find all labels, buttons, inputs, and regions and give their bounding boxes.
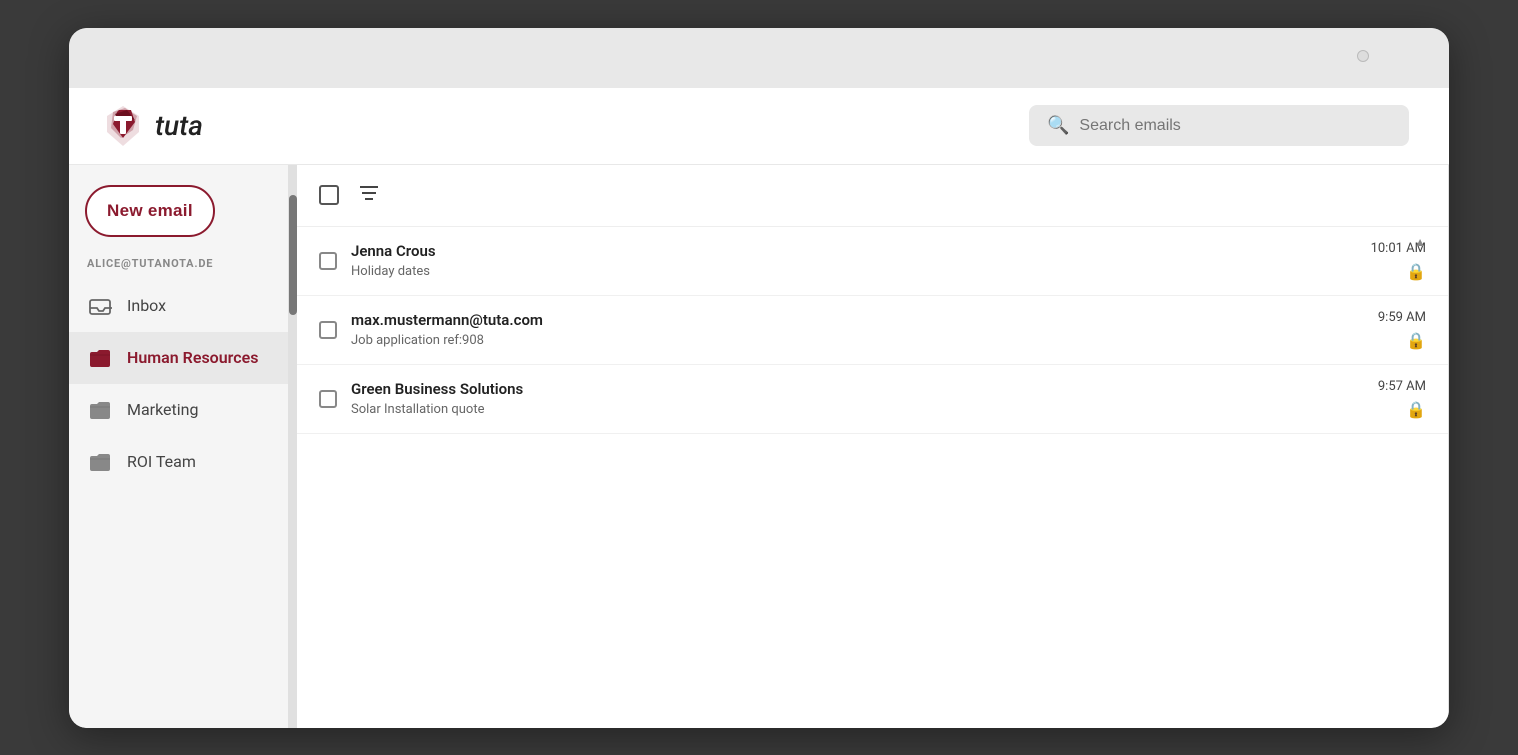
human-resources-folder-icon (87, 345, 113, 371)
filter-icon[interactable] (357, 181, 381, 210)
sidebar-scrollbar-thumb[interactable] (289, 195, 297, 315)
roi-team-folder-icon (87, 449, 113, 475)
header-bar: tuta 🔍 (69, 88, 1449, 165)
logo-text: tuta (155, 109, 203, 142)
email-time-3: 9:57 AM (1378, 379, 1426, 394)
app-container: tuta 🔍 New email ALICE@TUTANOTA.DE Inbo (69, 88, 1449, 728)
search-bar[interactable]: 🔍 (1029, 105, 1409, 146)
sidebar: New email ALICE@TUTANOTA.DE Inbox (69, 165, 289, 728)
sidebar-scrollbar-track[interactable] (289, 165, 297, 728)
email-list-container: ▲ Jenna Crous Holiday dates 10:01 AM 🔒 (297, 227, 1448, 728)
email-checkbox-3[interactable] (319, 390, 337, 408)
tuta-logo-icon (99, 102, 147, 150)
lock-icon-2: 🔒 (1406, 331, 1426, 350)
email-content-2: max.mustermann@tuta.com Job application … (351, 311, 1364, 348)
logo-area: tuta (99, 102, 203, 150)
email-meta-2: 9:59 AM 🔒 (1378, 310, 1426, 350)
select-all-checkbox[interactable] (319, 185, 339, 205)
email-subject-3: Solar Installation quote (351, 402, 1364, 417)
lock-icon-1: 🔒 (1406, 262, 1426, 281)
sidebar-item-human-resources-label: Human Resources (127, 348, 258, 367)
email-sender-1: Jenna Crous (351, 242, 1357, 260)
sidebar-item-human-resources[interactable]: Human Resources (69, 332, 288, 384)
email-row[interactable]: Jenna Crous Holiday dates 10:01 AM 🔒 (297, 227, 1448, 296)
account-label: ALICE@TUTANOTA.DE (69, 257, 288, 280)
email-row[interactable]: max.mustermann@tuta.com Job application … (297, 296, 1448, 365)
email-checkbox-1[interactable] (319, 252, 337, 270)
lock-icon-3: 🔒 (1406, 400, 1426, 419)
email-content-3: Green Business Solutions Solar Installat… (351, 380, 1364, 417)
sidebar-item-inbox[interactable]: Inbox (69, 280, 288, 332)
sidebar-item-marketing[interactable]: Marketing (69, 384, 288, 436)
email-sender-2: max.mustermann@tuta.com (351, 311, 1364, 329)
sidebar-item-roi-team-label: ROI Team (127, 452, 196, 471)
list-toolbar (297, 165, 1448, 227)
search-input[interactable] (1079, 117, 1391, 135)
new-email-button[interactable]: New email (85, 185, 215, 237)
email-subject-1: Holiday dates (351, 264, 1357, 279)
inbox-icon (87, 293, 113, 319)
camera-dot (1357, 50, 1369, 62)
email-sender-3: Green Business Solutions (351, 380, 1364, 398)
device-frame: tuta 🔍 New email ALICE@TUTANOTA.DE Inbo (69, 28, 1449, 728)
main-body: New email ALICE@TUTANOTA.DE Inbox (69, 165, 1449, 728)
marketing-folder-icon (87, 397, 113, 423)
email-meta-3: 9:57 AM 🔒 (1378, 379, 1426, 419)
search-icon: 🔍 (1047, 115, 1069, 136)
sidebar-item-roi-team[interactable]: ROI Team (69, 436, 288, 488)
email-time-2: 9:59 AM (1378, 310, 1426, 325)
email-list-panel: ▲ Jenna Crous Holiday dates 10:01 AM 🔒 (297, 165, 1449, 728)
sidebar-item-inbox-label: Inbox (127, 296, 166, 315)
sidebar-item-marketing-label: Marketing (127, 400, 198, 419)
collapse-indicator: ▲ (1414, 235, 1426, 249)
email-row[interactable]: Green Business Solutions Solar Installat… (297, 365, 1448, 434)
email-content-1: Jenna Crous Holiday dates (351, 242, 1357, 279)
email-subject-2: Job application ref:908 (351, 333, 1364, 348)
email-checkbox-2[interactable] (319, 321, 337, 339)
